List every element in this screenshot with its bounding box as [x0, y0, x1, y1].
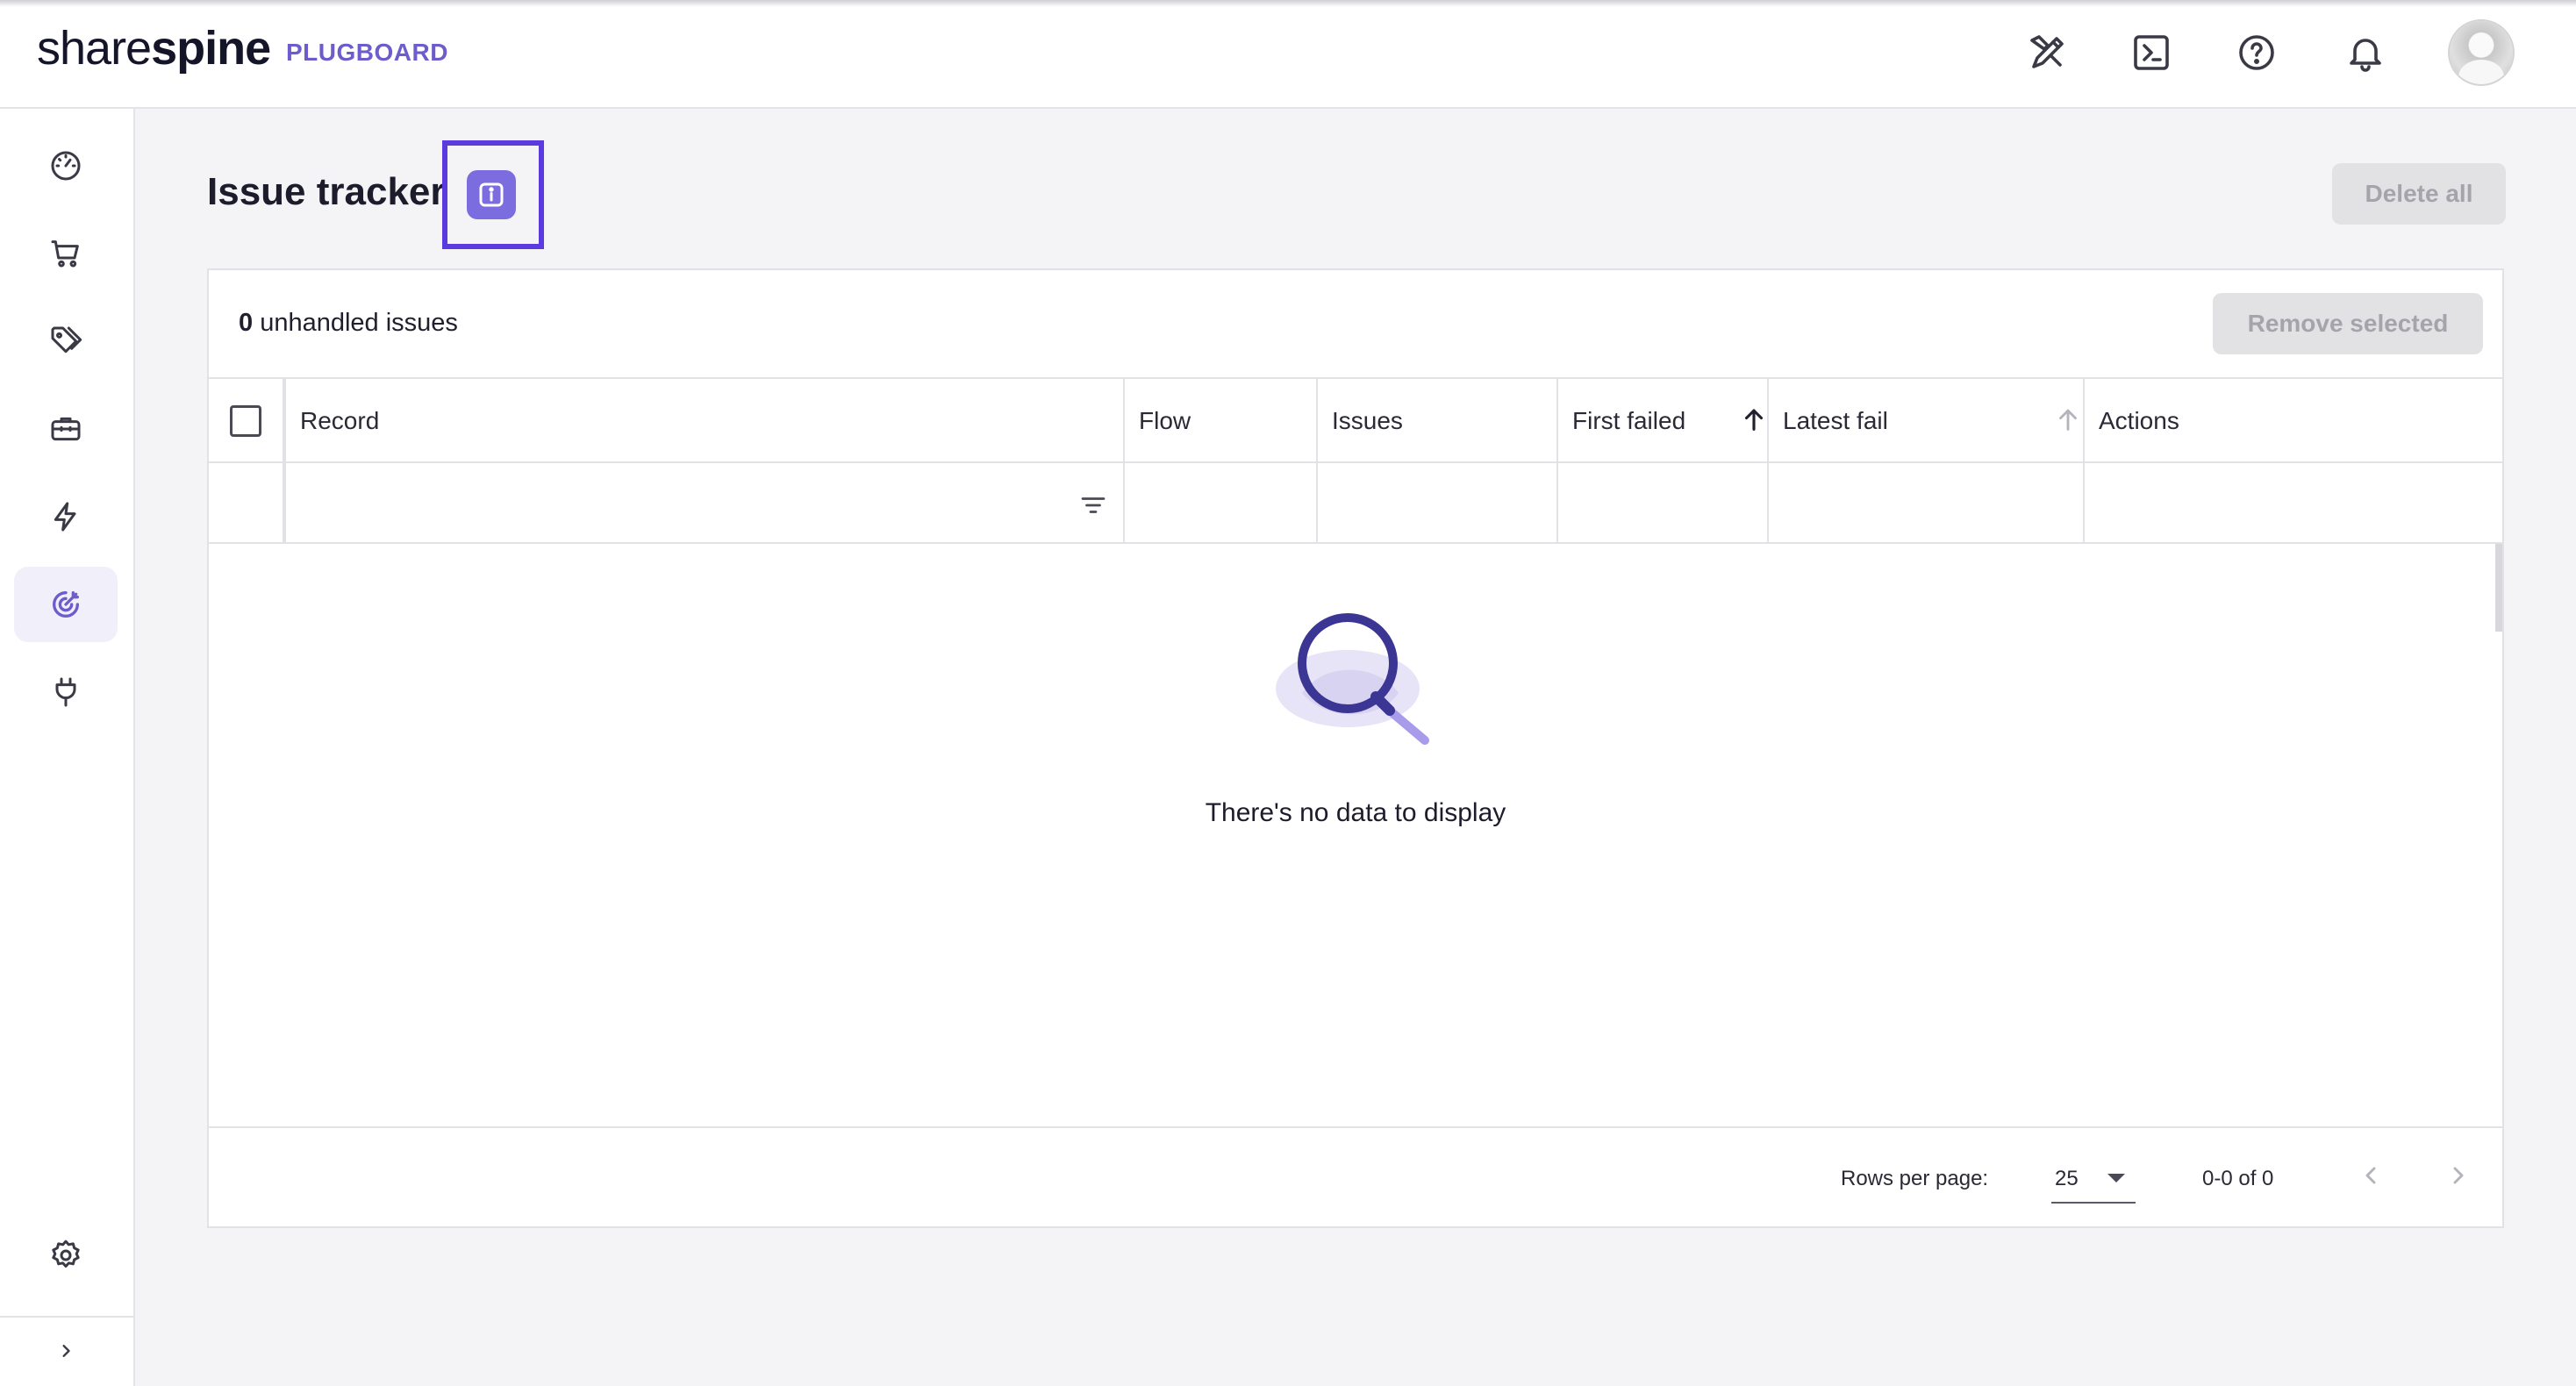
- column-header-latest-fail[interactable]: Latest fail: [1783, 407, 1888, 435]
- table-pagination: Rows per page: 25 0-0 of 0: [209, 1126, 2502, 1228]
- sidebar-item-settings[interactable]: [14, 1218, 118, 1293]
- column-separator: [1123, 463, 1125, 542]
- target-icon: [53, 591, 80, 618]
- notifications-icon[interactable]: [2341, 28, 2390, 77]
- sidebar-item-dashboard[interactable]: [14, 128, 118, 204]
- column-separator: [1767, 463, 1769, 542]
- column-separator: [1316, 379, 1318, 461]
- delete-all-button[interactable]: Delete all: [2332, 163, 2506, 225]
- lightning-icon: [54, 502, 76, 532]
- next-page-button[interactable]: [2439, 1156, 2478, 1195]
- unhandled-issues-count: 0 unhandled issues: [239, 309, 458, 338]
- column-separator: [1316, 463, 1318, 542]
- brand-name-light: share: [37, 22, 152, 75]
- empty-state: There's no data to display: [209, 544, 2502, 1126]
- user-avatar[interactable]: [2450, 21, 2513, 84]
- page-title: Issue tracker: [207, 170, 446, 213]
- select-all-checkbox[interactable]: [230, 405, 261, 437]
- sidebar-item-issue-tracker[interactable]: [14, 567, 118, 642]
- sort-inactive-icon[interactable]: [2053, 404, 2083, 435]
- toolbox-icon: [51, 417, 81, 441]
- issues-count-label: unhandled issues: [260, 309, 458, 337]
- previous-page-button[interactable]: [2351, 1156, 2390, 1195]
- column-separator: [283, 379, 286, 461]
- info-icon: [479, 182, 504, 207]
- info-button[interactable]: [467, 170, 516, 219]
- brand-logo[interactable]: sharespine: [37, 21, 271, 75]
- sidebar-expand-button[interactable]: [14, 1325, 118, 1377]
- column-header-actions: Actions: [2099, 407, 2179, 434]
- caret-down-icon: [2107, 1174, 2125, 1182]
- brand-name-bold: spine: [151, 22, 271, 75]
- page-range-text: 0-0 of 0: [2202, 1167, 2274, 1190]
- issues-card-header: 0 unhandled issues Remove selected: [209, 270, 2502, 377]
- column-header-issues[interactable]: Issues: [1332, 407, 1403, 435]
- rows-per-page-value: 25: [2055, 1167, 2079, 1190]
- column-header-first-failed[interactable]: First failed: [1572, 407, 1685, 435]
- price-tags-icon: [51, 326, 82, 354]
- plug-icon: [55, 677, 76, 707]
- sidebar-divider: [0, 1316, 133, 1318]
- sort-ascending-icon[interactable]: [1739, 404, 1769, 435]
- sidebar-item-connectors[interactable]: [14, 654, 118, 730]
- chevron-left-icon: [2365, 1167, 2376, 1184]
- issues-count-number: 0: [239, 309, 254, 337]
- sidebar: [0, 109, 135, 1386]
- terminal-icon[interactable]: [2127, 28, 2176, 77]
- design-tools-icon[interactable]: [2023, 28, 2072, 77]
- column-separator: [1556, 379, 1558, 461]
- rows-per-page-label: Rows per page:: [1841, 1167, 1989, 1190]
- rows-per-page-select[interactable]: 25: [2051, 1154, 2136, 1204]
- vertical-scrollbar[interactable]: [2495, 544, 2502, 632]
- issues-table-card: 0 unhandled issues Remove selected Recor…: [207, 268, 2504, 1228]
- settings-gear-icon: [52, 1240, 80, 1268]
- filter-icon[interactable]: [1077, 489, 1109, 521]
- column-separator: [2502, 463, 2504, 542]
- sidebar-item-toolbox[interactable]: [14, 391, 118, 467]
- sidebar-item-products[interactable]: [14, 304, 118, 379]
- table-header: Record Flow Issues First failed Latest f…: [209, 377, 2504, 463]
- column-separator: [2502, 379, 2504, 461]
- sidebar-item-flows[interactable]: [14, 479, 118, 554]
- remove-selected-button[interactable]: Remove selected: [2213, 293, 2483, 354]
- chevron-right-icon: [62, 1345, 70, 1357]
- column-header-flow[interactable]: Flow: [1139, 407, 1191, 435]
- column-separator: [1767, 379, 1769, 461]
- sidebar-item-orders[interactable]: [14, 216, 118, 291]
- magnifier-empty-illustration: [1276, 613, 1429, 745]
- column-separator: [2083, 463, 2085, 542]
- help-icon[interactable]: [2232, 28, 2281, 77]
- column-separator: [1123, 379, 1125, 461]
- column-separator: [2083, 379, 2085, 461]
- chevron-right-icon: [2453, 1167, 2464, 1184]
- empty-state-message: There's no data to display: [1205, 798, 1506, 827]
- column-separator: [1556, 463, 1558, 542]
- dashboard-gauge-icon: [51, 151, 81, 181]
- column-separator: [283, 463, 286, 542]
- product-name: PLUGBOARD: [286, 39, 448, 66]
- table-filter-row: [209, 463, 2504, 544]
- top-bar: sharespine PLUGBOARD: [0, 0, 2576, 109]
- shopping-cart-icon: [51, 240, 79, 268]
- column-header-record[interactable]: Record: [300, 407, 379, 435]
